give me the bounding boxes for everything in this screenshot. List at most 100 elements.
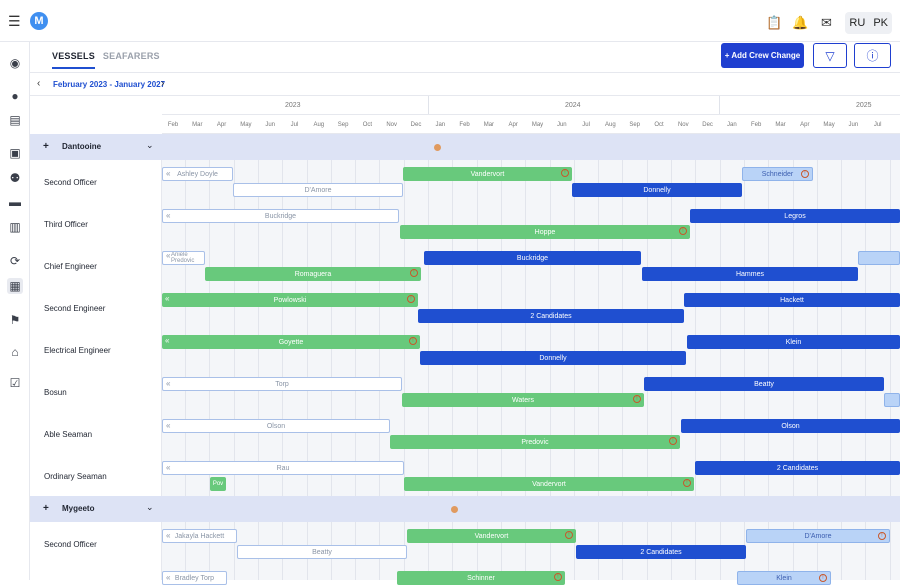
assignment-bar[interactable]: D'Amore xyxy=(233,183,403,197)
plus-icon[interactable]: + xyxy=(43,503,49,514)
eye-icon[interactable]: ◉ xyxy=(7,55,23,71)
app-logo[interactable]: M xyxy=(30,12,48,30)
month-label: Dec xyxy=(410,122,422,128)
month-label: Mar xyxy=(775,122,786,128)
plus-icon[interactable]: + xyxy=(43,141,49,152)
month-label: Jul xyxy=(290,122,299,128)
month-label: Jun xyxy=(265,122,276,128)
group-label-bg xyxy=(30,496,162,522)
vessel-name: Mygeeto xyxy=(62,504,95,513)
month-label: Jun xyxy=(556,122,567,128)
assignment-bar[interactable]: 2 Candidates xyxy=(576,545,746,559)
double-chevron-left-icon: « xyxy=(166,251,171,260)
assignment-bar[interactable]: Hoppe! xyxy=(400,225,690,239)
assignment-bar[interactable]: «Bradley Torp xyxy=(162,571,227,585)
assignment-bar[interactable]: Legros xyxy=(690,209,900,223)
language-switch[interactable]: RU PK xyxy=(845,12,892,34)
rotate-icon[interactable]: ⟳ xyxy=(7,253,23,269)
assignment-bar[interactable]: «Olson xyxy=(162,419,390,433)
assignment-bar[interactable]: «Goyette! xyxy=(162,335,420,349)
role-label: Electrical Engineer xyxy=(44,346,111,355)
assignment-bar[interactable]: «Aniele Predovic xyxy=(162,251,205,265)
assignment-bar[interactable]: Waters! xyxy=(402,393,644,407)
month-label: Feb xyxy=(751,122,762,128)
assignment-bar[interactable] xyxy=(858,251,900,265)
assignment-bar[interactable]: «Rau xyxy=(162,461,404,475)
chevron-down-icon[interactable]: ⌄ xyxy=(146,140,154,151)
assignment-bar[interactable]: 2 Candidates xyxy=(418,309,684,323)
bell-icon[interactable]: 🔔 xyxy=(787,13,813,33)
assignment-bar[interactable]: «Buckridge xyxy=(162,209,399,223)
role-label: Bosun xyxy=(44,388,67,397)
assignment-bar[interactable]: Hackett xyxy=(684,293,900,307)
assignment-bar[interactable]: Predovic! xyxy=(390,435,680,449)
briefcase-icon[interactable]: ▬ xyxy=(7,194,23,210)
menu-icon[interactable]: ☰ xyxy=(8,13,21,30)
assignment-bar[interactable]: 2 Candidates xyxy=(695,461,900,475)
assignment-bar[interactable]: Klein! xyxy=(737,571,831,585)
assignment-bar[interactable]: D'Amore! xyxy=(746,529,890,543)
month-label: Aug xyxy=(313,122,325,128)
assignment-bar[interactable]: Olson xyxy=(681,419,900,433)
month-label: May xyxy=(531,122,544,128)
warning-icon: ! xyxy=(669,437,677,445)
month-label: Oct xyxy=(654,122,664,128)
clipboard-icon[interactable]: ▤ xyxy=(7,112,23,128)
assignment-bar[interactable]: Donnelly xyxy=(420,351,686,365)
assignment-bar[interactable]: Vandervort! xyxy=(403,167,572,181)
year-divider xyxy=(719,96,720,114)
assignment-bar[interactable]: «Jakayla Hackett xyxy=(162,529,237,543)
user-icon[interactable]: ● xyxy=(7,88,23,104)
date-range[interactable]: February 2023 - January 2027 xyxy=(53,80,165,89)
warning-icon: ! xyxy=(561,169,569,177)
assignment-bar[interactable]: «Powlowski! xyxy=(162,293,418,307)
assignment-bar[interactable]: «Ashley Doyle xyxy=(162,167,233,181)
assignment-bar[interactable]: Donnelly xyxy=(572,183,742,197)
mail-icon[interactable]: ✉ xyxy=(813,13,839,33)
year-label: 2025 xyxy=(856,102,872,109)
clipboard-check-icon[interactable]: 📋 xyxy=(761,13,787,33)
assignment-bar[interactable]: Buckridge xyxy=(424,251,641,265)
tab-seafarers[interactable]: SEAFARERS xyxy=(103,51,160,69)
info-button[interactable]: ⓘ xyxy=(854,43,891,68)
document-icon[interactable]: ▥ xyxy=(7,219,23,235)
event-dot[interactable] xyxy=(434,144,441,151)
assignment-bar[interactable]: Pov xyxy=(210,477,226,491)
assignment-bar[interactable]: Klein xyxy=(687,335,900,349)
assignment-bar[interactable]: Schinner! xyxy=(397,571,565,585)
assignment-bar[interactable]: Schneider! xyxy=(742,167,813,181)
assignment-bar[interactable]: Vandervort! xyxy=(404,477,694,491)
top-bar: ☰ M 📋 🔔 ✉ RU PK xyxy=(0,0,900,42)
lang-pk[interactable]: PK xyxy=(873,17,888,29)
month-label: Nov xyxy=(677,122,689,128)
chevron-left-icon[interactable]: ‹ xyxy=(37,78,40,89)
month-label: Dec xyxy=(702,122,713,128)
calendar-icon[interactable]: ▦ xyxy=(7,278,23,294)
assignment-bar[interactable]: Romaguera! xyxy=(205,267,421,281)
year-label: 2024 xyxy=(565,102,581,109)
chevron-right-icon[interactable]: › xyxy=(161,78,164,89)
vessel-group-dantooine[interactable]: + Dantooine ⌄ xyxy=(30,134,900,160)
lang-ru[interactable]: RU xyxy=(849,17,865,29)
event-dot[interactable] xyxy=(451,506,458,513)
warning-icon: ! xyxy=(633,395,641,403)
inbox-check-icon[interactable]: ▣ xyxy=(7,145,23,161)
warning-icon: ! xyxy=(679,227,687,235)
flag-icon[interactable]: ⚑ xyxy=(7,312,23,328)
assignment-bar[interactable] xyxy=(884,393,900,407)
filter-button[interactable]: ▽ xyxy=(813,43,847,68)
assignment-bar[interactable]: Hammes xyxy=(642,267,858,281)
team-icon[interactable]: ⚉ xyxy=(7,170,23,186)
warning-icon: ! xyxy=(409,337,417,345)
vessel-group-mygeeto[interactable]: + Mygeeto ⌄ xyxy=(30,496,900,522)
assignment-bar[interactable]: Beatty xyxy=(644,377,884,391)
tab-vessels[interactable]: VESSELS xyxy=(52,51,95,69)
assignment-bar[interactable]: «Torp xyxy=(162,377,402,391)
assignment-bar[interactable]: Vandervort! xyxy=(407,529,576,543)
chevron-down-icon[interactable]: ⌄ xyxy=(146,502,154,513)
warning-icon: ! xyxy=(683,479,691,487)
home-icon[interactable]: ⌂ xyxy=(7,344,23,360)
add-crew-change-button[interactable]: + Add Crew Change xyxy=(721,43,804,68)
assignment-bar[interactable]: Beatty xyxy=(237,545,407,559)
task-icon[interactable]: ☑ xyxy=(7,375,23,391)
